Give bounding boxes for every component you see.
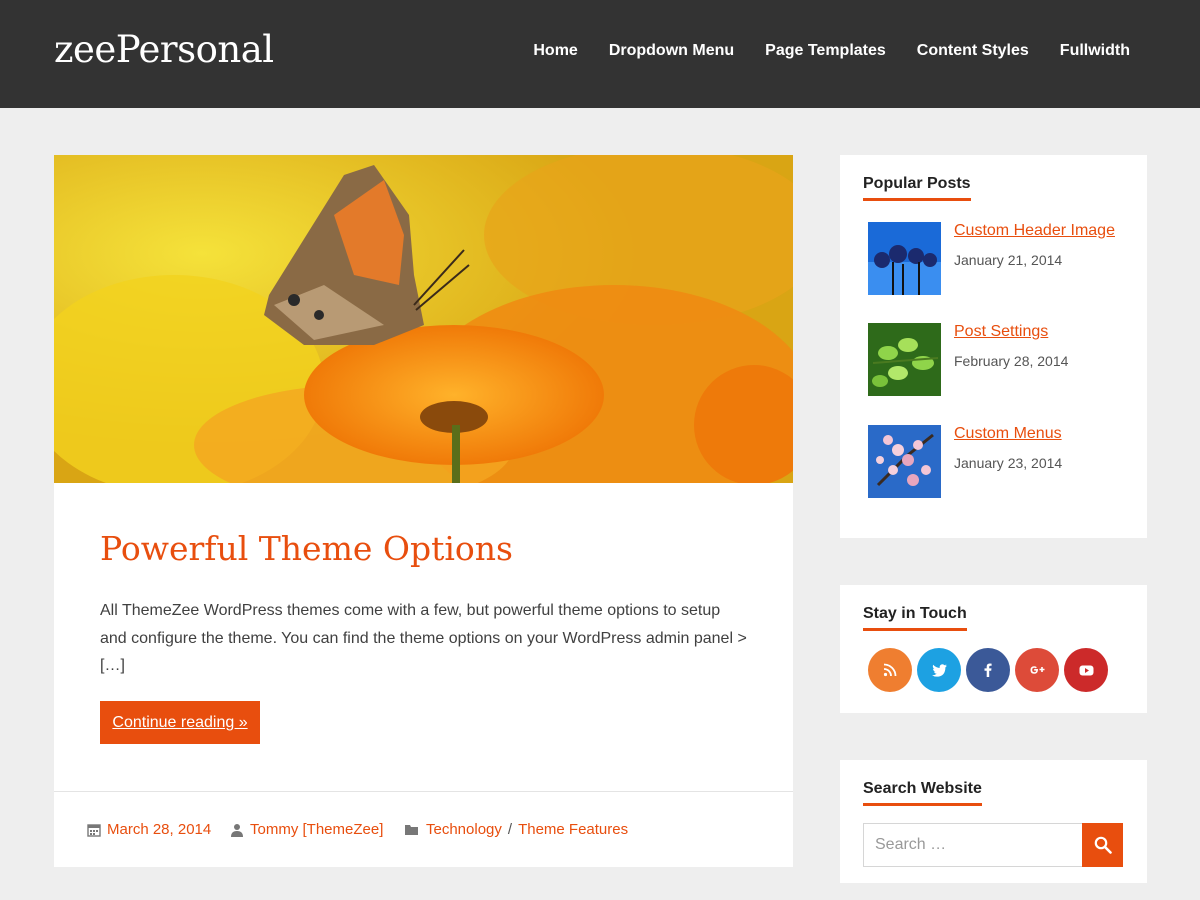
- widget-title: Search Website: [863, 780, 982, 806]
- user-icon: [231, 823, 243, 837]
- twitter-icon[interactable]: [917, 648, 961, 692]
- popular-post-thumbnail[interactable]: [868, 323, 941, 396]
- continue-reading-button[interactable]: Continue reading »: [100, 701, 260, 744]
- post-meta: March 28, 2014 Tommy [ThemeZee] Technolo…: [54, 791, 793, 867]
- nav-item-content-styles[interactable]: Content Styles: [917, 42, 1029, 60]
- category-link-technology[interactable]: Technology: [426, 821, 502, 838]
- popular-post-thumbnail[interactable]: [868, 425, 941, 498]
- post-date-link[interactable]: March 28, 2014: [107, 821, 211, 838]
- post-date-meta: March 28, 2014: [87, 821, 211, 838]
- popular-post-link[interactable]: Custom Header Image: [954, 222, 1115, 240]
- nav-item-home[interactable]: Home: [533, 42, 577, 60]
- nav-item-page-templates[interactable]: Page Templates: [765, 42, 886, 60]
- post-featured-image[interactable]: [54, 155, 793, 483]
- post-author-link[interactable]: Tommy [ThemeZee]: [250, 821, 383, 838]
- widget-title: Stay in Touch: [863, 605, 967, 631]
- search-input[interactable]: [863, 823, 1083, 867]
- stay-in-touch-widget: Stay in Touch: [840, 585, 1147, 713]
- post-title[interactable]: Powerful Theme Options: [100, 529, 513, 568]
- popular-post-date: January 23, 2014: [954, 455, 1063, 471]
- youtube-icon[interactable]: [1064, 648, 1108, 692]
- post-categories-meta: Technology / Theme Features: [404, 821, 628, 838]
- post-author-meta: Tommy [ThemeZee]: [230, 821, 383, 838]
- category-link-theme-features[interactable]: Theme Features: [518, 821, 628, 838]
- main-navigation: Home Dropdown Menu Page Templates Conten…: [533, 42, 1130, 60]
- nav-item-dropdown-menu[interactable]: Dropdown Menu: [609, 42, 734, 60]
- popular-post-link[interactable]: Custom Menus: [954, 425, 1062, 443]
- nav-item-fullwidth[interactable]: Fullwidth: [1060, 42, 1130, 60]
- popular-post-date: January 21, 2014: [954, 252, 1063, 268]
- search-button[interactable]: [1082, 823, 1123, 867]
- popular-post-date: February 28, 2014: [954, 353, 1069, 369]
- popular-post-link[interactable]: Post Settings: [954, 323, 1048, 341]
- search-widget: Search Website: [840, 760, 1147, 883]
- site-title[interactable]: zeePersonal: [54, 28, 274, 71]
- social-icons: [868, 648, 1108, 692]
- popular-post-thumbnail[interactable]: [868, 222, 941, 295]
- widget-title: Popular Posts: [863, 175, 971, 201]
- rss-icon[interactable]: [868, 648, 912, 692]
- search-icon: [1094, 836, 1112, 854]
- post-excerpt: All ThemeZee WordPress themes come with …: [100, 602, 747, 674]
- calendar-icon: [87, 823, 101, 837]
- category-separator: /: [507, 821, 513, 838]
- folder-icon: [405, 824, 418, 835]
- popular-posts-widget: Popular Posts Custom Header Image Januar…: [840, 155, 1147, 538]
- google-plus-icon[interactable]: [1015, 648, 1059, 692]
- facebook-icon[interactable]: [966, 648, 1010, 692]
- post-card: Powerful Theme Options All ThemeZee Word…: [54, 155, 793, 867]
- site-header: zeePersonal Home Dropdown Menu Page Temp…: [0, 0, 1200, 108]
